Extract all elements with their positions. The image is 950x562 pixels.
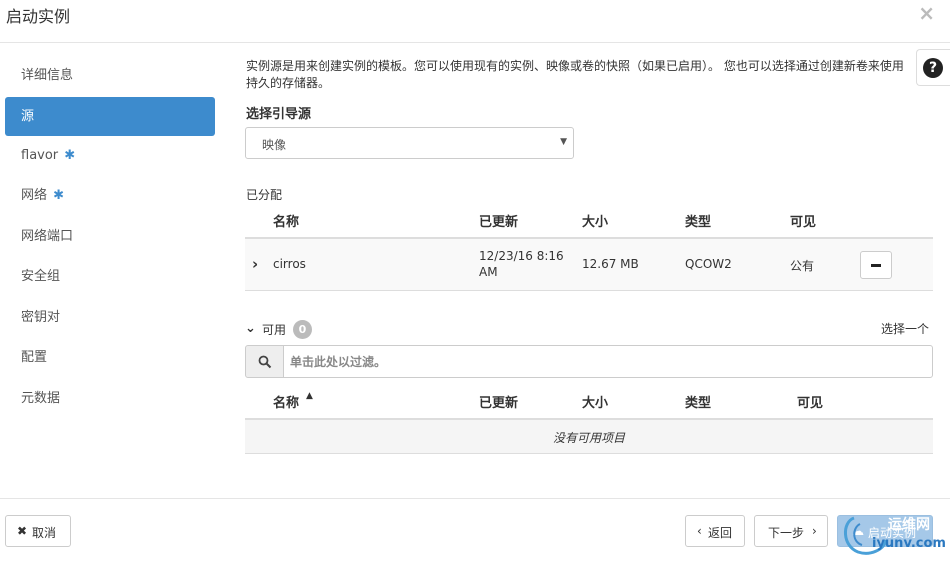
required-icon: ✱ bbox=[64, 147, 76, 163]
close-icon[interactable]: × bbox=[918, 1, 935, 25]
available-label: 可用 bbox=[262, 323, 287, 337]
sidebar-item-label: 源 bbox=[21, 108, 35, 124]
sidebar-item-label: 网络 bbox=[21, 188, 48, 203]
sidebar-item-configuration[interactable]: 配置 bbox=[5, 338, 215, 379]
next-button[interactable]: 下一步 › bbox=[754, 515, 828, 547]
boot-source-select[interactable]: 映像 ▼ bbox=[245, 127, 574, 159]
chevron-right-icon[interactable]: › bbox=[252, 255, 258, 273]
back-label: 返回 bbox=[708, 526, 733, 540]
col-name: 名称 bbox=[273, 215, 300, 230]
sidebar-item-metadata[interactable]: 元数据 bbox=[5, 379, 215, 420]
col-visibility: 可见 bbox=[790, 215, 817, 230]
watermark-text: 运维网 bbox=[888, 517, 930, 533]
search-button[interactable] bbox=[245, 345, 284, 378]
chevron-right-icon: › bbox=[812, 524, 817, 538]
sidebar-item-network[interactable]: 网络 ✱ bbox=[5, 176, 215, 217]
cancel-label: 取消 bbox=[32, 526, 57, 540]
wizard-sidebar: 详细信息 源 flavor ✱ 网络 ✱ 网络端口 安全组 密钥对 配置 元数据 bbox=[5, 56, 215, 419]
row-updated: 12/23/16 8:16 AM bbox=[479, 249, 564, 279]
chevron-down-icon[interactable]: ⌄ bbox=[245, 321, 256, 336]
deallocate-button[interactable] bbox=[860, 251, 892, 279]
sidebar-item-flavor[interactable]: flavor ✱ bbox=[5, 136, 215, 177]
sort-asc-icon[interactable]: ▲ bbox=[306, 391, 313, 401]
sidebar-item-label: flavor bbox=[21, 147, 59, 163]
row-visibility: 公有 bbox=[790, 259, 815, 273]
chevron-down-icon: ▼ bbox=[560, 137, 567, 147]
next-label: 下一步 bbox=[768, 526, 805, 540]
boot-source-label: 选择引导源 bbox=[246, 107, 312, 122]
help-button[interactable]: ? bbox=[916, 49, 950, 86]
back-button[interactable]: ‹ 返回 bbox=[685, 515, 745, 547]
boot-source-value: 映像 bbox=[262, 138, 287, 152]
col-updated[interactable]: 已更新 bbox=[479, 392, 518, 411]
footer-divider bbox=[0, 498, 950, 499]
available-count-badge: 0 bbox=[293, 320, 312, 339]
modal-header: 启动实例 × bbox=[0, 0, 950, 43]
source-description: 实例源是用来创建实例的模板。您可以使用现有的实例、映像或卷的快照（如果已启用）。… bbox=[246, 59, 904, 90]
sidebar-item-source[interactable]: 源 bbox=[5, 96, 215, 136]
empty-row: 没有可用项目 bbox=[245, 420, 933, 454]
row-name: cirros bbox=[273, 257, 306, 271]
col-name[interactable]: 名称 bbox=[273, 392, 299, 411]
allocated-label: 已分配 bbox=[246, 188, 283, 202]
watermark-url: iyunv.com bbox=[872, 536, 946, 551]
col-type[interactable]: 类型 bbox=[685, 392, 711, 411]
sidebar-item-label: 网络端口 bbox=[21, 228, 74, 244]
search-icon bbox=[258, 355, 272, 369]
col-size: 大小 bbox=[582, 215, 609, 230]
sidebar-item-key-pair[interactable]: 密钥对 bbox=[5, 298, 215, 339]
filter-input[interactable]: 单击此处以过滤。 bbox=[283, 345, 933, 378]
watermark-logo: 运维网 iyunv.com bbox=[840, 512, 948, 561]
sidebar-item-label: 配置 bbox=[21, 350, 48, 365]
required-icon: ✱ bbox=[53, 188, 65, 203]
col-updated: 已更新 bbox=[479, 215, 519, 230]
sidebar-item-label: 密钥对 bbox=[21, 309, 61, 325]
empty-text: 没有可用项目 bbox=[552, 431, 625, 445]
minus-icon bbox=[871, 264, 881, 267]
sidebar-item-label: 安全组 bbox=[21, 269, 61, 284]
sidebar-item-label: 详细信息 bbox=[21, 68, 74, 83]
cancel-button[interactable]: ✖ 取消 bbox=[5, 515, 71, 547]
col-visibility[interactable]: 可见 bbox=[797, 392, 823, 411]
chevron-left-icon: ‹ bbox=[697, 524, 702, 538]
sidebar-item-details[interactable]: 详细信息 bbox=[5, 56, 215, 97]
modal-title: 启动实例 bbox=[6, 7, 71, 26]
col-size[interactable]: 大小 bbox=[582, 392, 608, 411]
filter-placeholder: 单击此处以过滤。 bbox=[290, 355, 387, 369]
select-one-hint: 选择一个 bbox=[881, 322, 930, 336]
row-size: 12.67 MB bbox=[582, 257, 639, 271]
sidebar-item-network-ports[interactable]: 网络端口 bbox=[5, 217, 215, 258]
sidebar-item-label: 元数据 bbox=[21, 390, 61, 406]
close-icon: ✖ bbox=[17, 524, 28, 538]
help-icon: ? bbox=[923, 58, 943, 78]
col-type: 类型 bbox=[685, 215, 712, 230]
sidebar-item-security-groups[interactable]: 安全组 bbox=[5, 257, 215, 298]
row-type: QCOW2 bbox=[685, 257, 732, 271]
